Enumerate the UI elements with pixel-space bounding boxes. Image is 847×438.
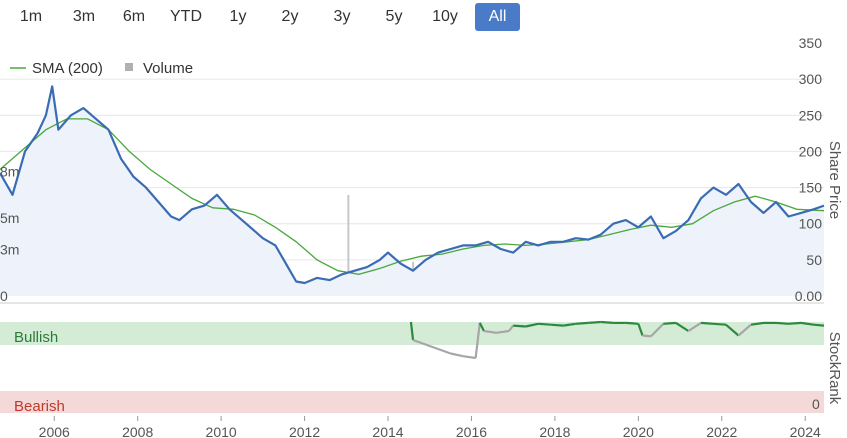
stockrank-segment xyxy=(462,355,476,360)
stockrank-segment xyxy=(775,321,789,325)
stockrank-segment xyxy=(700,321,714,325)
volume-tick-label: 0 xyxy=(0,288,8,304)
stockrank-segment xyxy=(813,323,825,327)
price-tick-label: 0.00 xyxy=(795,288,822,304)
volume-legend-label: Volume xyxy=(143,60,193,77)
x-tick-label: 2018 xyxy=(539,424,570,438)
stockrank-segment xyxy=(713,322,727,326)
bearish-band xyxy=(0,391,824,413)
price-tick-label: 200 xyxy=(799,143,823,159)
x-tick-label: 2022 xyxy=(706,424,737,438)
sma-legend-label: SMA (200) xyxy=(32,60,103,77)
x-axis-ticks: 2006 2008 2010 2012 2014 2016 2018 2020 2022 2024 xyxy=(39,416,821,438)
stockrank-segment xyxy=(642,334,651,338)
bearish-label: Bearish xyxy=(14,398,65,415)
x-tick-label: 2008 xyxy=(122,424,153,438)
price-tick-label: 50 xyxy=(806,252,822,268)
stockrank-segment xyxy=(513,324,526,328)
legend: SMA (200) Volume xyxy=(10,60,193,77)
stockrank-segment xyxy=(538,322,551,326)
chart-area: 350 300 250 200 150 100 50 0.00 8m 5m 3m 0 Share P… xyxy=(0,35,843,438)
bullish-label: Bullish xyxy=(14,329,58,346)
stockrank-segment xyxy=(663,321,676,325)
stockrank-segment xyxy=(788,321,802,325)
volume-tick-label: 5m xyxy=(0,210,19,226)
x-tick-label: 2016 xyxy=(456,424,487,438)
stockrank-axis-title: StockRank xyxy=(826,332,843,405)
price-area-fill xyxy=(0,86,824,297)
x-tick-label: 2024 xyxy=(790,424,821,438)
stockrank-segment xyxy=(437,347,451,355)
stockrank-segment xyxy=(575,321,589,325)
x-tick-label: 2014 xyxy=(372,424,403,438)
stockrank-segment xyxy=(425,343,439,351)
price-tick-label: 100 xyxy=(799,216,823,232)
stockrank-segment xyxy=(600,320,614,324)
volume-tick-label: 3m xyxy=(0,241,19,257)
stockrank-zero-tick: 0 xyxy=(812,396,820,412)
x-tick-label: 2006 xyxy=(39,424,70,438)
price-tick-label: 350 xyxy=(799,35,823,51)
price-tick-label: 150 xyxy=(799,180,823,196)
stockrank-segment xyxy=(450,352,464,358)
stockrank-segment xyxy=(550,323,564,327)
price-tick-label: 300 xyxy=(799,71,823,87)
stockrank-segment xyxy=(625,321,639,325)
x-tick-label: 2010 xyxy=(206,424,237,438)
volume-tick-label: 8m xyxy=(0,164,19,180)
price-axis-title: Share Price xyxy=(826,141,843,219)
volume-legend-swatch xyxy=(125,63,133,71)
x-tick-label: 2020 xyxy=(623,424,654,438)
price-tick-label: 250 xyxy=(799,107,823,123)
stockrank-segment xyxy=(588,320,601,324)
x-tick-label: 2012 xyxy=(289,424,320,438)
